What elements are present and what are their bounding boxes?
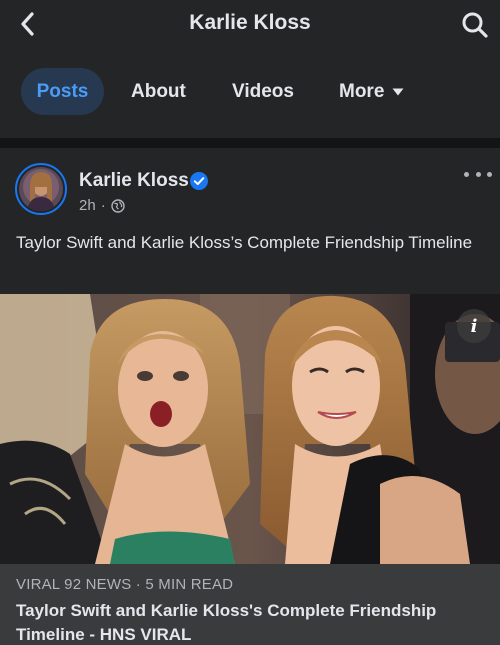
post-options-button[interactable]	[464, 166, 492, 182]
post-author[interactable]: Karlie Kloss	[79, 170, 189, 192]
avatar-photo	[19, 167, 63, 211]
verified-badge-icon	[190, 172, 208, 190]
post-meta: 2h ·	[79, 197, 125, 214]
post-photo[interactable]: i	[0, 294, 500, 564]
link-title: Taylor Swift and Karlie Kloss's Complete…	[16, 601, 437, 644]
tab-posts[interactable]: Posts	[21, 68, 104, 115]
profile-tabs: Posts About Videos More	[0, 48, 500, 138]
tab-more[interactable]: More	[339, 68, 404, 115]
dot-icon	[464, 171, 469, 177]
post-photo-image	[0, 294, 500, 564]
top-app-bar: Karlie Kloss	[0, 0, 500, 48]
tab-more-label: More	[339, 80, 385, 102]
tab-about[interactable]: About	[131, 68, 186, 115]
page-title: Karlie Kloss	[189, 11, 311, 34]
globe-icon	[110, 198, 125, 213]
avatar[interactable]	[15, 163, 67, 215]
dot-icon	[487, 171, 492, 177]
caret-down-icon	[392, 88, 404, 95]
info-icon[interactable]: i	[457, 309, 491, 343]
search-button[interactable]	[458, 8, 492, 42]
post-card: Karlie Kloss 2h · Taylor Swift and Karli…	[0, 148, 500, 645]
tab-videos[interactable]: Videos	[232, 68, 294, 115]
section-divider	[0, 138, 500, 148]
meta-separator: ·	[100, 197, 106, 214]
dot-icon	[475, 171, 481, 177]
link-source: VIRAL 92 NEWS · 5 MIN READ	[16, 576, 234, 593]
post-text: Taylor Swift and Karlie Kloss’s Complete…	[16, 233, 473, 252]
search-icon	[462, 12, 488, 38]
link-preview[interactable]: VIRAL 92 NEWS · 5 MIN READ Taylor Swift …	[0, 564, 500, 645]
post-time[interactable]: 2h	[79, 197, 96, 214]
